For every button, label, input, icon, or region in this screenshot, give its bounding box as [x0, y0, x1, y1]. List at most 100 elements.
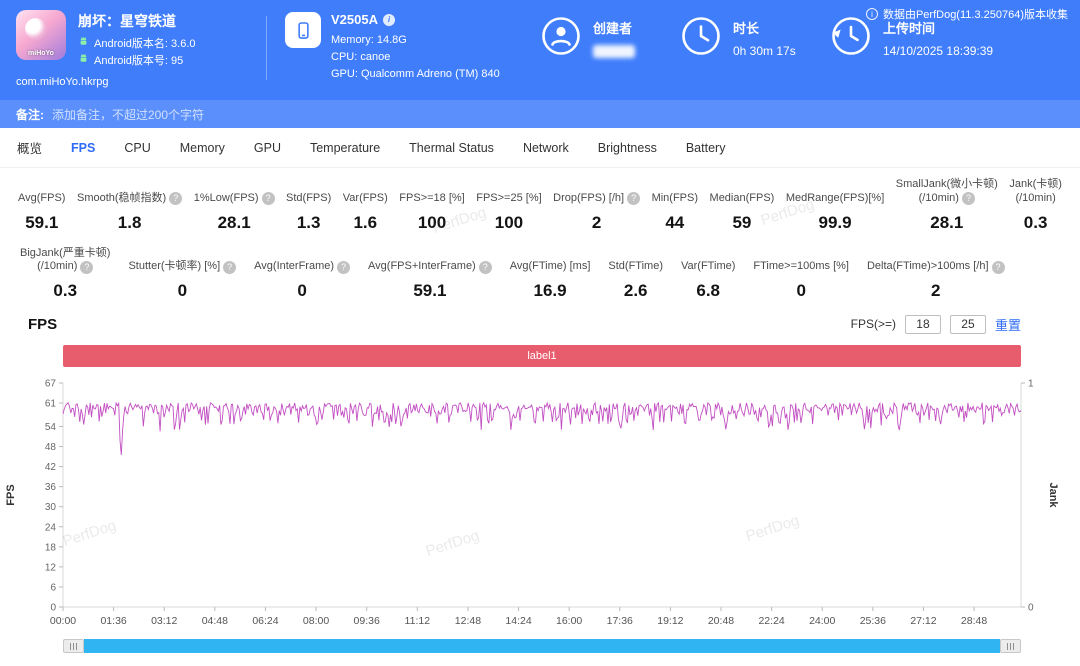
metric-value: 28.1 — [930, 213, 963, 233]
metric-label: MedRange(FPS)[%] — [786, 179, 884, 206]
metric-value: 59.1 — [413, 281, 446, 301]
metric-label: Delta(FTime)>100ms [/h]? — [867, 247, 1005, 274]
fps-chart-svg: 06121824303642485461670100:0001:3603:120… — [0, 375, 1080, 635]
scrollbar-right-handle[interactable] — [1000, 639, 1021, 653]
svg-text:FPS: FPS — [5, 484, 17, 505]
metric-label: BigJank(严重卡顿)(/10min)? — [20, 247, 110, 275]
app-info: miHoYo 崩坏：星穹铁道 Android版本名: 3.6.0 Android… — [16, 10, 266, 90]
info-icon[interactable]: i — [383, 14, 395, 26]
user-icon — [541, 16, 581, 56]
scrollbar-left-handle[interactable] — [63, 639, 84, 653]
tab-overview[interactable]: 概览 — [17, 138, 42, 157]
metric-bigjank: BigJank(严重卡顿)(/10min)?0.3 — [20, 247, 110, 302]
fps-threshold-high-input[interactable] — [950, 315, 986, 334]
metric-avg-ftime-ms: Avg(FTime) [ms]16.9 — [510, 247, 591, 301]
svg-text:08:00: 08:00 — [303, 615, 329, 627]
svg-text:06:24: 06:24 — [252, 615, 278, 627]
chart-label-banner: label1 — [63, 345, 1021, 367]
svg-text:01:36: 01:36 — [100, 615, 126, 627]
info-icon: i — [866, 8, 878, 20]
metric-medrange-fps: MedRange(FPS)[%] 99.9 — [786, 179, 884, 233]
metric-var-ftime: Var(FTime) 6.8 — [681, 247, 735, 301]
scrollbar-track[interactable] — [84, 639, 1000, 653]
metric-avg-fps: Avg(FPS)59.1 — [18, 179, 65, 233]
chart-label-banner-text: label1 — [527, 350, 556, 362]
help-icon[interactable]: ? — [992, 261, 1005, 274]
remarks-bar[interactable]: 备注: 添加备注，不超过200个字符 — [0, 100, 1080, 128]
svg-text:27:12: 27:12 — [910, 615, 936, 627]
help-icon[interactable]: ? — [962, 192, 975, 205]
metric-min-fps: Min(FPS)44 — [652, 179, 698, 233]
tab-temperature[interactable]: Temperature — [310, 141, 380, 155]
metric-std-fps: Std(FPS)1.3 — [286, 179, 331, 233]
metric-value: 1.6 — [353, 213, 377, 233]
metric-delta-ftime-100ms-h: Delta(FTime)>100ms [/h]? 2 — [867, 247, 1005, 301]
help-icon[interactable]: ? — [627, 192, 640, 205]
metric-label: SmallJank(微小卡顿)(/10min)? — [896, 178, 998, 206]
svg-text:0: 0 — [50, 603, 56, 614]
tab-brightness[interactable]: Brightness — [598, 141, 657, 155]
metric-label: Smooth(稳帧指数)? — [77, 179, 182, 206]
metric-value: 2 — [931, 281, 940, 301]
help-icon[interactable]: ? — [337, 261, 350, 274]
metric-fps-18: FPS>=18 [%]100 — [399, 179, 464, 233]
metric-value: 2 — [592, 213, 601, 233]
tab-thermal-status[interactable]: Thermal Status — [409, 141, 494, 155]
metric-value: 0 — [796, 281, 805, 301]
app-package: com.miHoYo.hkrpg — [16, 76, 266, 88]
metric-label: FPS>=18 [%] — [399, 179, 464, 206]
metric-value: 99.9 — [819, 213, 852, 233]
perfdog-report-page: miHoYo 崩坏：星穹铁道 Android版本名: 3.6.0 Android… — [0, 0, 1080, 653]
upload-time-value: 14/10/2025 18:39:39 — [883, 44, 993, 58]
metric-value: 0 — [178, 281, 187, 301]
svg-text:11:12: 11:12 — [405, 615, 431, 627]
svg-text:48: 48 — [45, 442, 57, 453]
metrics-row-1: Avg(FPS)59.1Smooth(稳帧指数)?1.81%Low(FPS)?2… — [0, 178, 1080, 233]
metric-label: Drop(FPS) [/h]? — [553, 179, 640, 206]
help-icon[interactable]: ? — [479, 261, 492, 274]
metric-value: 6.8 — [696, 281, 720, 301]
tab-fps[interactable]: FPS — [71, 141, 95, 155]
device-gpu: GPU: Qualcomm Adreno (TM) 840 — [331, 66, 500, 83]
svg-text:30: 30 — [45, 502, 57, 513]
svg-text:61: 61 — [45, 399, 57, 410]
history-icon — [831, 16, 871, 56]
help-icon[interactable]: ? — [169, 192, 182, 205]
svg-text:0: 0 — [1028, 603, 1034, 614]
metric-smooth: Smooth(稳帧指数)?1.8 — [77, 179, 182, 233]
tab-gpu[interactable]: GPU — [254, 141, 281, 155]
tab-network[interactable]: Network — [523, 141, 569, 155]
fps-section-title: FPS — [28, 316, 57, 333]
fps-threshold-low-input[interactable] — [905, 315, 941, 334]
svg-text:25:36: 25:36 — [860, 615, 886, 627]
upload-time-block: 上传时间 14/10/2025 18:39:39 — [831, 10, 1031, 90]
chart-range-scrollbar[interactable] — [63, 639, 1021, 653]
metrics-row-2: BigJank(严重卡顿)(/10min)?0.3 Stutter(卡顿率) [%… — [0, 247, 1080, 302]
app-name: 崩坏：星穹铁道 — [78, 11, 196, 31]
metrics-panel: Avg(FPS)59.1Smooth(稳帧指数)?1.81%Low(FPS)?2… — [0, 168, 1080, 301]
app-icon: miHoYo — [16, 10, 66, 60]
fps-line-chart: 06121824303642485461670100:0001:3603:120… — [0, 375, 1080, 635]
metric-value: 28.1 — [218, 213, 251, 233]
tab-cpu[interactable]: CPU — [124, 141, 150, 155]
metric-label: Var(FTime) — [681, 247, 735, 274]
metric-1-low-fps: 1%Low(FPS)?28.1 — [194, 179, 275, 233]
svg-text:03:12: 03:12 — [151, 615, 177, 627]
reset-link[interactable]: 重置 — [995, 315, 1021, 334]
help-icon[interactable]: ? — [80, 261, 93, 274]
metric-label: Stutter(卡顿率) [%]? — [128, 247, 236, 274]
svg-text:42: 42 — [45, 462, 57, 473]
svg-text:12: 12 — [45, 562, 57, 573]
metric-label: Jank(卡顿)(/10min) — [1009, 178, 1062, 206]
remarks-placeholder: 添加备注，不超过200个字符 — [52, 106, 204, 123]
metric-label: Min(FPS) — [652, 179, 698, 206]
metric-ftime-100ms: FTime>=100ms [%]0 — [753, 247, 849, 301]
tab-battery[interactable]: Battery — [686, 141, 726, 155]
metric-std-ftime: Std(FTime)2.6 — [608, 247, 663, 301]
creator-label: 创建者 — [593, 16, 635, 37]
svg-text:16:00: 16:00 — [556, 615, 582, 627]
help-icon[interactable]: ? — [223, 261, 236, 274]
help-icon[interactable]: ? — [262, 192, 275, 205]
tab-memory[interactable]: Memory — [180, 141, 225, 155]
metric-value: 59 — [732, 213, 751, 233]
